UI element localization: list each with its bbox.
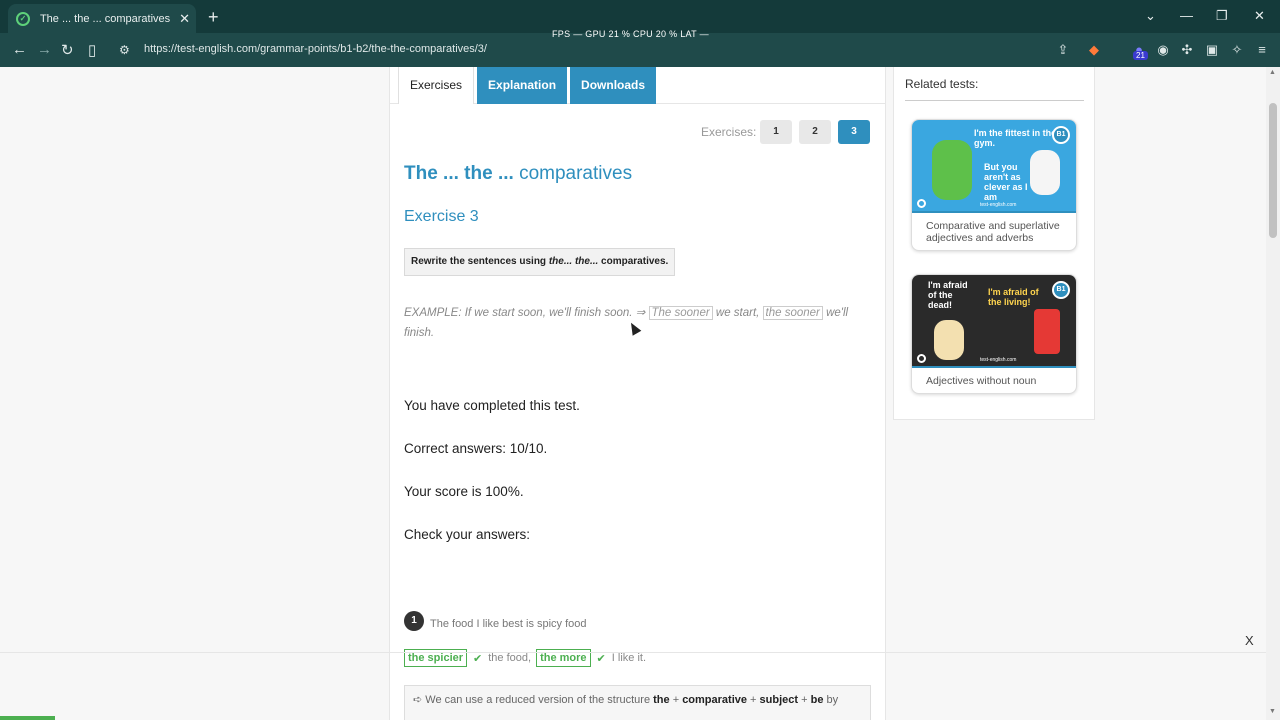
exercise-3-button[interactable]: 3 bbox=[838, 120, 870, 144]
scroll-thumb[interactable] bbox=[1269, 103, 1277, 238]
leo-icon[interactable]: ✧ bbox=[1229, 42, 1245, 58]
card-caption: Adjectives without noun bbox=[926, 375, 1037, 387]
page-progress-bar bbox=[0, 716, 55, 720]
check-answers-text: Check your answers: bbox=[404, 527, 531, 542]
related-test-card[interactable]: I'm afraid of the dead! I'm afraid of th… bbox=[911, 274, 1077, 394]
extension-badge: 21 bbox=[1133, 51, 1148, 60]
scroll-down-icon[interactable]: ▼ bbox=[1269, 708, 1276, 715]
thumbnail-text: I'm afraid of the dead! bbox=[928, 280, 968, 310]
exercise-2-button[interactable]: 2 bbox=[799, 120, 831, 144]
related-tests-title: Related tests: bbox=[905, 77, 979, 91]
close-icon[interactable]: X bbox=[1245, 633, 1254, 648]
card-thumbnail: I'm afraid of the dead! I'm afraid of th… bbox=[912, 275, 1076, 366]
maximize-icon[interactable]: ❐ bbox=[1216, 8, 1228, 24]
reload-icon[interactable]: ↻ bbox=[61, 41, 74, 59]
bookmark-icon[interactable]: ▯ bbox=[88, 41, 96, 59]
robot-illustration bbox=[1034, 309, 1060, 354]
sidebar-icon[interactable]: ▣ bbox=[1204, 42, 1220, 58]
score-text: Your score is 100%. bbox=[404, 484, 524, 499]
tab-downloads[interactable]: Downloads bbox=[570, 67, 657, 104]
completed-text: You have completed this test. bbox=[404, 398, 580, 413]
puzzle-icon[interactable]: ✣ bbox=[1179, 42, 1195, 58]
answer-text: I like it. bbox=[611, 652, 646, 664]
browser-tab[interactable]: ✓ The ... the ... comparatives - Pag ✕ bbox=[8, 4, 196, 33]
share-icon[interactable]: ⇪ bbox=[1055, 42, 1071, 58]
tab-exercises[interactable]: Exercises bbox=[398, 67, 475, 104]
forward-icon[interactable]: → bbox=[37, 41, 52, 58]
thumbnail-site-text: test-english.com bbox=[980, 357, 1017, 363]
thumbnail-text: I'm afraid of the living! bbox=[988, 287, 1039, 307]
menu-icon[interactable]: ≡ bbox=[1254, 42, 1270, 58]
page-title: The ... the ... comparatives bbox=[404, 163, 633, 184]
answer-text: the food, bbox=[488, 652, 532, 664]
circle-icon bbox=[917, 354, 926, 363]
new-tab-button[interactable]: + bbox=[208, 7, 219, 28]
tab-explanation[interactable]: Explanation bbox=[477, 67, 568, 104]
extension-2-icon[interactable]: ◉ bbox=[1155, 42, 1171, 58]
address-bar[interactable]: https://test-english.com/grammar-points/… bbox=[144, 43, 487, 55]
cactus-illustration bbox=[932, 140, 972, 200]
instruction-box: Rewrite the sentences using the... the..… bbox=[404, 248, 676, 276]
example-answer: the sooner bbox=[762, 306, 823, 320]
window-close-icon[interactable]: ✕ bbox=[1254, 8, 1265, 24]
divider bbox=[905, 100, 1084, 101]
sticky-bar-divider bbox=[0, 652, 1266, 653]
page-scrollbar[interactable]: ▲ ▼ bbox=[1266, 67, 1280, 720]
question-number: 1 bbox=[404, 611, 424, 631]
main-content: Exercises Explanation Downloads Exercise… bbox=[389, 67, 886, 720]
card-thumbnail: I'm the fittest in the gym. But you aren… bbox=[912, 120, 1076, 211]
brave-shield-icon[interactable]: ◆ bbox=[1086, 42, 1102, 58]
content-tabs: Exercises Explanation Downloads bbox=[398, 67, 659, 104]
example-answer: The sooner bbox=[648, 306, 713, 320]
scroll-up-icon[interactable]: ▲ bbox=[1269, 69, 1276, 76]
exercise-heading: Exercise 3 bbox=[404, 208, 479, 225]
tab-title: The ... the ... comparatives - Pag bbox=[39, 12, 173, 25]
thumbnail-text: But you aren't as clever as I am bbox=[984, 162, 1028, 202]
thumbnail-site-text: test-english.com bbox=[980, 202, 1017, 208]
site-info-icon[interactable]: ⚙ bbox=[119, 43, 130, 57]
related-test-card[interactable]: I'm the fittest in the gym. But you aren… bbox=[911, 119, 1077, 251]
check-icon: ✔ bbox=[596, 652, 606, 665]
perf-overlay: FPS — GPU 21 % CPU 20 % LAT — bbox=[552, 29, 709, 39]
check-icon: ✔ bbox=[473, 652, 483, 665]
card-caption: Comparative and superlative adjectives a… bbox=[926, 220, 1060, 244]
level-badge: B1 bbox=[1052, 281, 1070, 299]
web-page: Exercises Explanation Downloads Exercise… bbox=[0, 67, 1280, 720]
man-illustration bbox=[934, 320, 964, 360]
minimize-icon[interactable]: — bbox=[1180, 8, 1193, 23]
exercise-1-button[interactable]: 1 bbox=[760, 120, 792, 144]
circle-icon bbox=[917, 199, 926, 208]
exercises-label: Exercises: bbox=[701, 125, 757, 139]
tab-close-icon[interactable]: ✕ bbox=[179, 11, 190, 27]
tab-search-icon[interactable]: ⌄ bbox=[1145, 8, 1156, 24]
explanation-box: ➪ We can use a reduced version of the st… bbox=[404, 685, 871, 720]
back-icon[interactable]: ← bbox=[12, 41, 27, 58]
question-text: The food I like best is spicy food bbox=[430, 618, 587, 630]
level-badge: B1 bbox=[1052, 126, 1070, 144]
related-tests-sidebar: Related tests: I'm the fittest in the gy… bbox=[893, 67, 1095, 420]
favicon-check-icon: ✓ bbox=[16, 11, 30, 26]
correct-answers-text: Correct answers: 10/10. bbox=[404, 441, 548, 456]
